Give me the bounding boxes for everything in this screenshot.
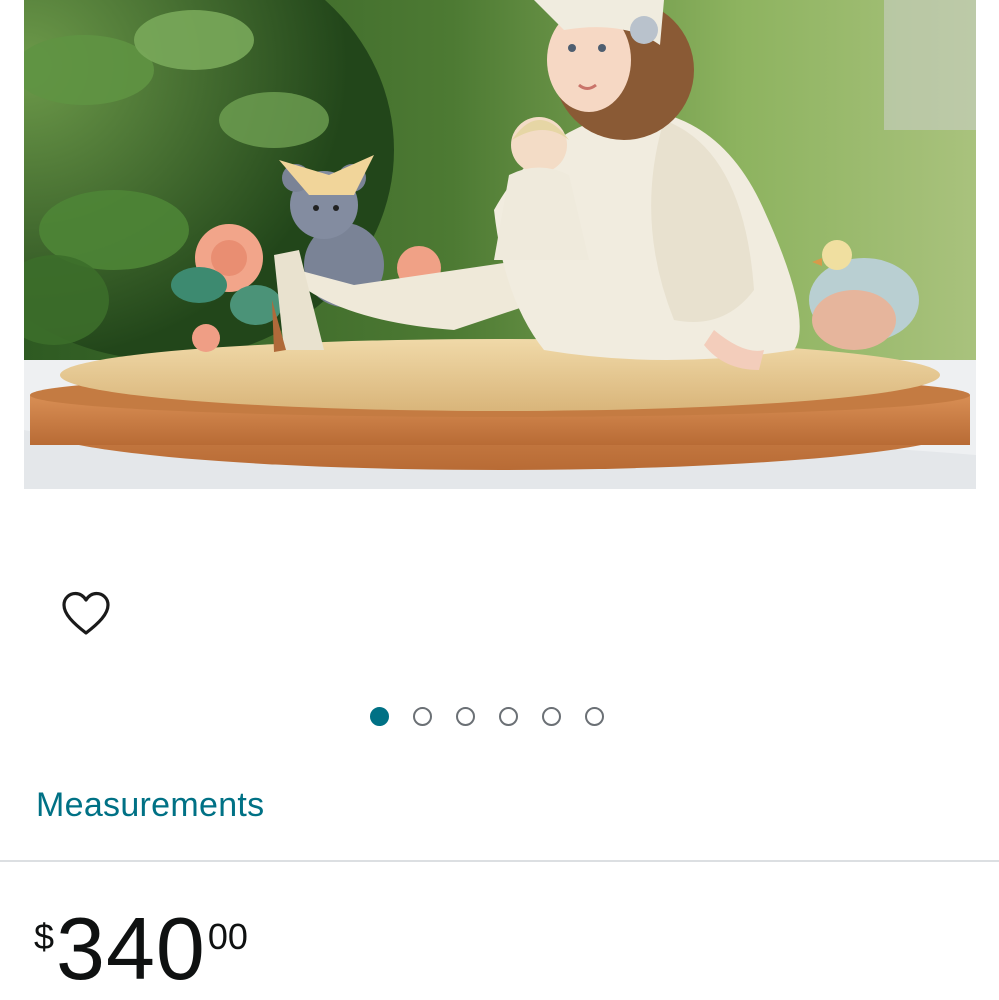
image-carousel-indicator [370,703,604,729]
carousel-dot-4[interactable] [499,706,518,726]
measurements-link[interactable]: Measurements [36,784,264,826]
carousel-dot-5[interactable] [542,706,561,726]
price-whole: 340 [56,899,206,998]
carousel-dot-1[interactable] [370,706,389,726]
heart-outline-icon [62,591,110,635]
section-divider [0,860,999,862]
carousel-dot-6[interactable] [585,706,604,726]
carousel-dot-2[interactable] [413,706,432,726]
product-image[interactable] [24,0,976,489]
price-currency-symbol: $ [34,916,55,957]
carousel-dot-3[interactable] [456,706,475,726]
product-price: $ 340 00 [34,905,248,1000]
price-fraction: 00 [207,916,248,957]
product-page: Measurements $ 340 00 [0,0,999,1000]
figurine-photo [24,0,976,489]
add-to-wishlist-button[interactable] [58,586,114,642]
